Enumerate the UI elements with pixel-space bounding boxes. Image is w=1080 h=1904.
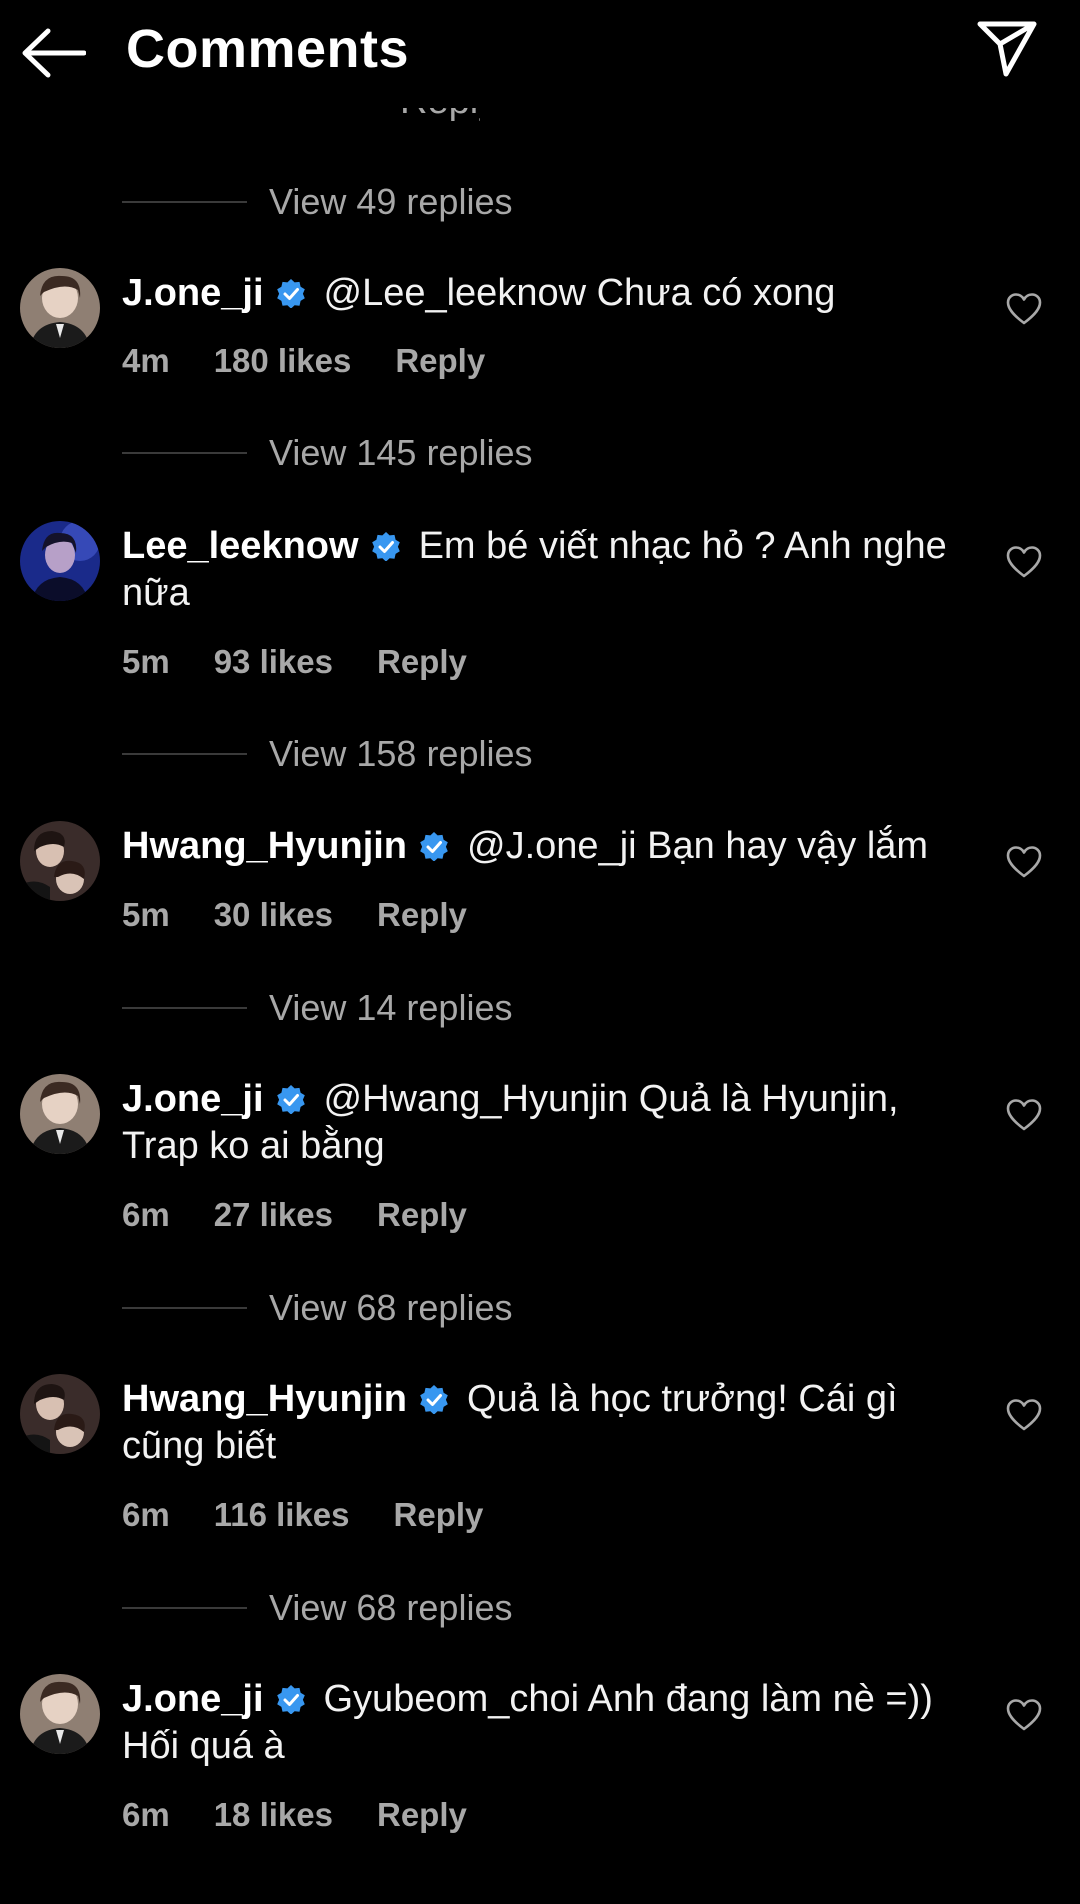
replies-divider-line <box>122 753 247 755</box>
replies-divider-line <box>122 1007 247 1009</box>
share-button[interactable] <box>972 18 1042 80</box>
view-replies-button[interactable]: View 68 replies <box>122 1283 512 1333</box>
comments-screen: Comments Reply View 49 replies J.one_ji@… <box>0 0 1080 1904</box>
verified-badge-icon <box>276 1085 305 1114</box>
replies-divider-line <box>122 1307 247 1309</box>
header-bar: Comments <box>0 0 1080 108</box>
heart-icon[interactable] <box>1006 845 1042 879</box>
username[interactable]: Lee_leeknow <box>122 525 359 567</box>
replies-divider-line <box>122 1607 247 1609</box>
reply-button[interactable]: Reply <box>395 342 485 380</box>
comment-text-block: J.one_ji @Lee_leeknow Chưa có xong <box>122 270 962 317</box>
verified-badge-icon <box>276 279 305 308</box>
comment-time: 6m <box>122 1496 170 1533</box>
reply-button[interactable]: Reply <box>394 1496 484 1534</box>
likes-count[interactable]: 27 likes <box>214 1196 333 1234</box>
paper-plane-icon <box>977 21 1037 77</box>
view-replies-label: View 68 replies <box>269 1587 513 1628</box>
avatar-image <box>20 1374 100 1454</box>
view-replies-button[interactable]: View 68 replies <box>122 1583 512 1633</box>
reply-button[interactable]: Reply <box>377 896 467 934</box>
avatar[interactable] <box>20 521 100 601</box>
avatar-image <box>20 821 100 901</box>
view-replies-label: View 68 replies <box>269 1287 513 1328</box>
comment-time: 6m <box>122 1196 170 1233</box>
comment-text: @J.one_ji Bạn hay vậy lắm <box>467 825 929 867</box>
likes-count[interactable]: 116 likes <box>214 1496 350 1534</box>
comment-meta: 6m 116 likes Reply <box>122 1496 483 1534</box>
comment-meta: 5m 30 likes Reply <box>122 896 467 934</box>
comment-text: @Lee_leeknow Chưa có xong <box>323 272 836 314</box>
avatar[interactable] <box>20 1374 100 1454</box>
username[interactable]: Hwang_Hyunjin <box>122 825 407 867</box>
comment-time: 6m <box>122 1796 170 1833</box>
heart-icon[interactable] <box>1006 1398 1042 1432</box>
reply-button[interactable]: Reply <box>377 643 467 681</box>
avatar[interactable] <box>20 1674 100 1754</box>
comment-text-block: Hwang_Hyunjin @J.one_ji Bạn hay vậy lắm <box>122 823 962 870</box>
view-replies-label: View 14 replies <box>269 987 513 1028</box>
partial-reply-text: Reply <box>400 108 480 130</box>
reply-button[interactable]: Reply <box>377 1796 467 1834</box>
arrow-left-icon <box>22 28 86 78</box>
comment-meta: 6m 27 likes Reply <box>122 1196 467 1234</box>
comment-text-block: J.one_ji @Hwang_Hyunjin Quả là Hyunjin, T… <box>122 1076 962 1170</box>
likes-count[interactable]: 18 likes <box>214 1796 333 1834</box>
page-title: Comments <box>126 19 410 79</box>
heart-icon[interactable] <box>1006 1698 1042 1732</box>
view-replies-button[interactable]: View 49 replies <box>122 177 512 227</box>
comment-time: 4m <box>122 342 170 379</box>
username[interactable]: J.one_ji <box>122 1678 264 1720</box>
replies-divider-line <box>122 201 247 203</box>
replies-divider-line <box>122 452 247 454</box>
comment-meta: 6m 18 likes Reply <box>122 1796 467 1834</box>
avatar-image <box>20 1674 100 1754</box>
back-button[interactable] <box>20 22 86 84</box>
comment-meta: 4m 180 likes Reply <box>122 342 485 380</box>
username[interactable]: J.one_ji <box>122 272 264 314</box>
view-replies-button[interactable]: View 145 replies <box>122 428 533 478</box>
avatar[interactable] <box>20 821 100 901</box>
heart-icon[interactable] <box>1006 545 1042 579</box>
avatar-image <box>20 1074 100 1154</box>
username[interactable]: Hwang_Hyunjin <box>122 1378 407 1420</box>
heart-icon[interactable] <box>1006 292 1042 326</box>
verified-badge-icon <box>276 1685 305 1714</box>
comment-meta: 5m 93 likes Reply <box>122 643 467 681</box>
view-replies-label: View 158 replies <box>269 733 533 774</box>
comment-time: 5m <box>122 896 170 933</box>
view-replies-button[interactable]: View 14 replies <box>122 983 512 1033</box>
avatar[interactable] <box>20 1074 100 1154</box>
avatar-image <box>20 268 100 348</box>
comment-time: 5m <box>122 643 170 680</box>
verified-badge-icon <box>420 832 448 861</box>
view-replies-label: View 145 replies <box>269 432 533 473</box>
verified-badge-icon <box>371 532 400 561</box>
comment-text-block: Hwang_Hyunjin Quả là học trưởng! Cái gì c… <box>122 1376 962 1470</box>
comment-text-block: J.one_ji Gyubeom_choi Anh đang làm nè =))… <box>122 1676 962 1770</box>
reply-button[interactable]: Reply <box>377 1196 467 1234</box>
avatar-image <box>20 521 100 601</box>
bottom-edge <box>0 1886 1080 1904</box>
likes-count[interactable]: 180 likes <box>214 342 352 380</box>
view-replies-label: View 49 replies <box>269 181 513 222</box>
avatar[interactable] <box>20 268 100 348</box>
likes-count[interactable]: 30 likes <box>214 896 333 934</box>
comment-text-block: Lee_leeknow Em bé viết nhạc hỏ ? Anh nghe… <box>122 523 962 617</box>
verified-badge-icon <box>420 1385 448 1414</box>
view-replies-button[interactable]: View 158 replies <box>122 729 533 779</box>
likes-count[interactable]: 93 likes <box>214 643 333 681</box>
heart-icon[interactable] <box>1006 1098 1042 1132</box>
username[interactable]: J.one_ji <box>122 1078 264 1120</box>
